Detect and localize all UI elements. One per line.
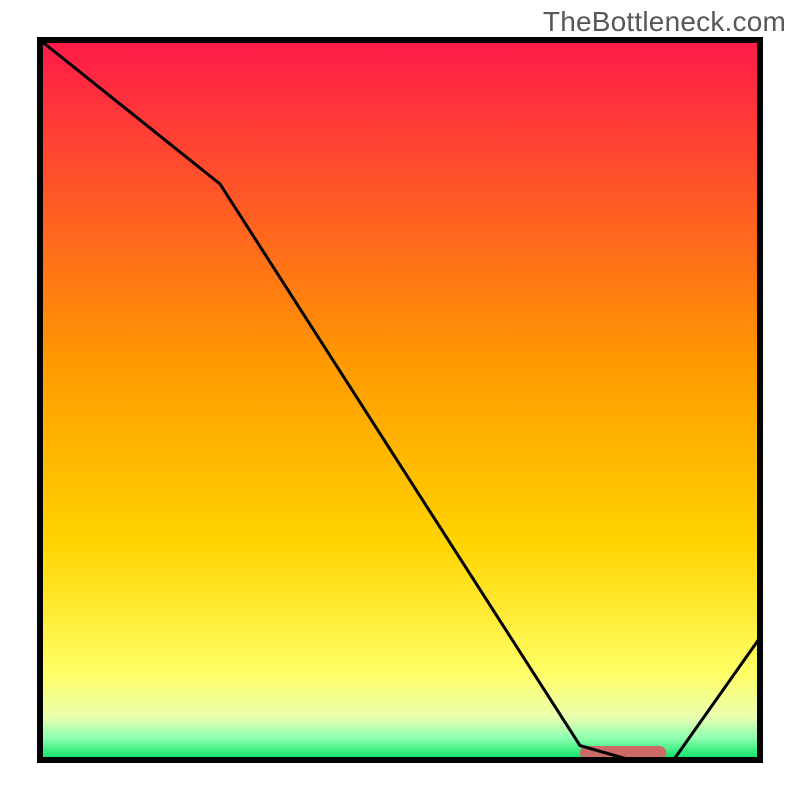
bottleneck-chart — [0, 0, 800, 800]
chart-container: TheBottleneck.com — [0, 0, 800, 800]
gradient-background — [40, 40, 760, 760]
plot-area — [40, 40, 760, 760]
watermark-text: TheBottleneck.com — [543, 6, 786, 38]
